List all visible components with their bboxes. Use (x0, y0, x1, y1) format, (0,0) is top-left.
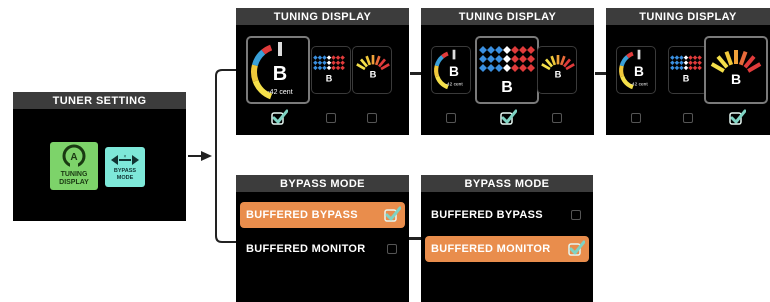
checkbox-empty[interactable] (367, 113, 377, 123)
panel-title: TUNING DISPLAY (606, 8, 770, 25)
tuning-display-tile[interactable]: A TUNING DISPLAY (50, 142, 98, 190)
panel-title: TUNING DISPLAY (236, 8, 409, 25)
option-label: BUFFERED BYPASS (246, 209, 358, 221)
fan-meter-display: B (541, 55, 575, 80)
connector-line (409, 237, 421, 240)
tuning-display-panel: TUNING DISPLAY B -42 cent B B (421, 8, 594, 135)
checkbox-checked-icon[interactable] (383, 206, 401, 222)
panel-title: TUNING DISPLAY (421, 8, 594, 25)
panel-title: BYPASS MODE (421, 175, 593, 192)
round-gauge-display: B -42 cent (434, 49, 463, 90)
tile-label: MODE (116, 175, 134, 181)
checkbox-empty[interactable] (571, 210, 581, 220)
checkbox-empty[interactable] (326, 113, 336, 123)
strip-meter-display-option[interactable]: B (311, 46, 351, 94)
round-gauge-display-option[interactable]: B -42 cent (431, 46, 471, 94)
tuner-setting-panel: TUNER SETTING A TUNING DISPLAY × BYPASS … (13, 92, 186, 221)
option-label: BUFFERED MONITOR (246, 243, 366, 255)
option-buffered-bypass[interactable]: BUFFERED BYPASS (425, 202, 589, 228)
round-gauge-display: B -42 cent (619, 49, 648, 90)
checkbox-empty[interactable] (446, 113, 456, 123)
bypass-arrows-icon: × (111, 154, 139, 165)
checkbox-checked-icon[interactable] (567, 240, 585, 256)
checkbox-empty[interactable] (631, 113, 641, 123)
bypass-mode-panel: BYPASS MODE BUFFERED BYPASS BUFFERED MON… (421, 175, 593, 302)
option-buffered-monitor[interactable]: BUFFERED MONITOR (425, 236, 589, 262)
checkbox-checked-icon[interactable] (728, 109, 746, 125)
strip-meter-display: B (670, 55, 702, 83)
note-readout: B (731, 71, 741, 87)
round-gauge-display-option[interactable]: B -42 cent (616, 46, 656, 94)
tuning-display-panel: TUNING DISPLAY B -42 cent B B (606, 8, 770, 135)
note-readout: B (273, 63, 287, 85)
note-readout: B (555, 70, 562, 80)
option-buffered-bypass[interactable]: BUFFERED BYPASS (240, 202, 405, 228)
cent-readout: -42 cent (445, 82, 463, 88)
strip-meter-display: B (313, 55, 345, 83)
note-readout: B (683, 73, 690, 83)
option-buffered-monitor[interactable]: BUFFERED MONITOR (240, 236, 405, 262)
fan-meter-display-option[interactable]: B (352, 46, 392, 94)
strip-meter-display-option[interactable]: B (475, 36, 539, 104)
option-label: BUFFERED MONITOR (431, 243, 551, 255)
checkbox-checked-icon[interactable] (270, 109, 288, 125)
note-readout: B (449, 64, 459, 79)
branch-bracket (215, 69, 238, 243)
checkbox-empty[interactable] (387, 244, 397, 254)
note-readout: B (326, 73, 333, 83)
fan-meter-display-option[interactable]: B (704, 36, 768, 104)
checkbox-checked-icon[interactable] (499, 109, 517, 125)
panel-title: TUNER SETTING (13, 92, 186, 109)
cent-readout: -42 cent (630, 82, 648, 88)
note-readout: B (370, 70, 377, 80)
panel-title: BYPASS MODE (236, 175, 409, 192)
note-readout: B (634, 64, 644, 79)
round-gauge-display: B -42 cent (251, 42, 293, 100)
tuner-gauge-icon: A (62, 144, 86, 168)
fan-meter-display: B (356, 55, 390, 80)
checkbox-empty[interactable] (683, 113, 693, 123)
tile-label: BYPASS (113, 168, 137, 174)
round-gauge-display-option[interactable]: B -42 cent (246, 36, 310, 104)
bypass-mode-panel: BYPASS MODE BUFFERED BYPASS BUFFERED MON… (236, 175, 409, 302)
option-label: BUFFERED BYPASS (431, 209, 543, 221)
tile-label: DISPLAY (59, 179, 89, 186)
fan-meter-display-option[interactable]: B (537, 46, 577, 94)
tile-label: TUNING (60, 171, 88, 178)
checkbox-empty[interactable] (552, 113, 562, 123)
note-readout: B (501, 79, 513, 96)
tuning-display-panel: TUNING DISPLAY B -42 cent B B (236, 8, 409, 135)
svg-text:A: A (70, 152, 77, 163)
svg-text:×: × (124, 154, 127, 160)
strip-meter-display: B (479, 46, 535, 96)
fan-meter-display: B (710, 50, 762, 87)
cent-readout: -42 cent (267, 89, 292, 96)
bypass-mode-tile[interactable]: × BYPASS MODE (105, 147, 145, 187)
strip-meter-display-option[interactable]: B (668, 46, 708, 94)
